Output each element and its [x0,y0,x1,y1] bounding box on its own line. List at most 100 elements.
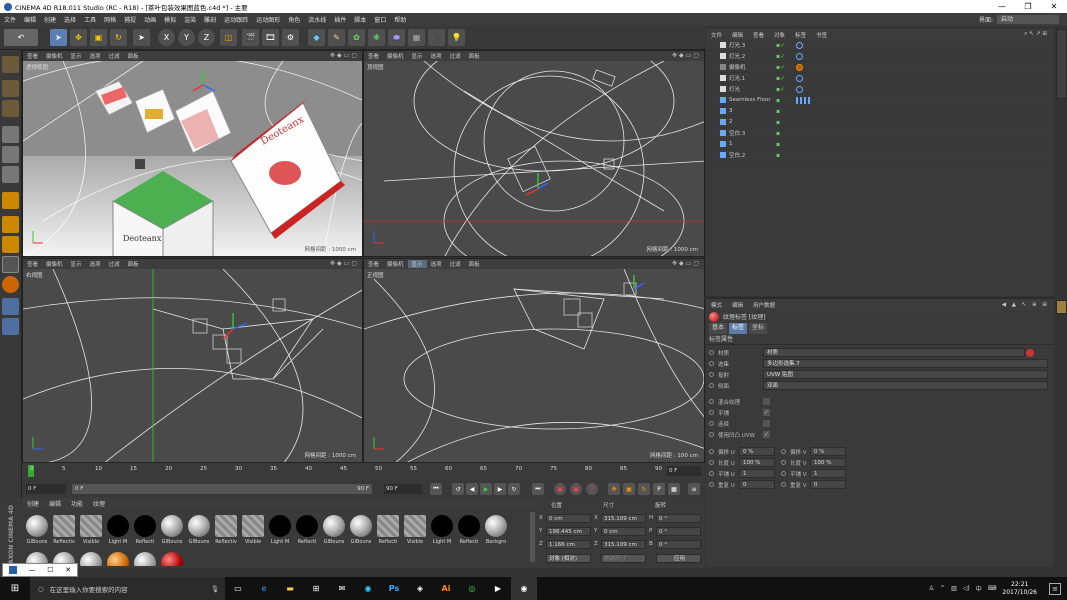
material-swatch[interactable]: GIBouns [348,515,374,545]
projection-select[interactable]: UVW 贴图 [763,370,1048,379]
tab-coordinates[interactable]: 坐标 [749,323,768,334]
previous-key-icon[interactable]: ↺ [452,483,464,495]
layout-select[interactable]: 启动 [997,15,1059,24]
grid-icon[interactable] [2,318,19,335]
menu-pipeline[interactable]: 流水线 [304,15,330,24]
size-x-field[interactable]: 315.109 cm [601,514,646,523]
material-swatch[interactable]: Reflecti [294,515,320,545]
mail-icon[interactable]: ✉ [329,577,355,600]
viewport-perspective[interactable]: 查看 摄像机 显示 选项 过滤 面板 Deoteanx Deoteanx 透视视… [22,50,363,257]
store-icon[interactable]: ⊞ [303,577,329,600]
viewport-menu-view[interactable]: 查看 [23,52,42,60]
object-row[interactable]: 灯光 ▪✓ [706,84,1054,95]
am-menu-mode[interactable]: 模式 [706,301,727,309]
menu-animate[interactable]: 动画 [140,15,160,24]
snap-icon[interactable] [2,236,19,253]
viewport-menu-filter[interactable]: 过滤 [446,260,465,268]
tray-overflow-icon[interactable]: ^ [940,585,945,592]
animate-dot-icon[interactable] [781,449,786,454]
animate-dot-icon[interactable] [709,410,714,415]
position-key-icon[interactable]: ✥ [608,483,620,495]
tile-checkbox[interactable]: ✓ [763,409,770,416]
app-icon[interactable]: ◈ [407,577,433,600]
mix-textures-checkbox[interactable] [763,398,770,405]
viewport-nav-icons[interactable]: ✥◆▭▢ [330,260,359,267]
maximize-button[interactable]: ❐ [1015,0,1041,13]
animate-dot-icon[interactable] [709,421,714,426]
size-z-field[interactable]: 315.109 cm [601,540,646,549]
timeline-ruler[interactable]: 0 5 10 15 20 25 30 35 40 45 50 55 60 65 … [22,463,705,480]
menu-render[interactable]: 渲染 [180,15,200,24]
menu-sculpt[interactable]: 雕刻 [200,15,220,24]
x-axis-icon[interactable]: X [158,29,175,46]
material-swatch[interactable]: Visible [240,515,266,545]
am-menu-edit[interactable]: 编辑 [727,301,748,309]
video-app-icon[interactable]: ▶ [485,577,511,600]
points-mode-icon[interactable] [2,126,19,143]
close-button[interactable]: ✕ [1041,0,1067,13]
target-tag-icon[interactable] [796,74,803,82]
mat-menu-edit[interactable]: 编辑 [44,499,66,508]
am-nav-icons[interactable]: ◀ ▲ ↖ ⊕ ⊞ [997,302,1054,308]
selection-field[interactable]: 多边形选集.7 [763,359,1048,368]
menu-select[interactable]: 选择 [60,15,80,24]
next-key-icon[interactable]: ↻ [508,483,520,495]
coordinate-mode-select[interactable]: 对象 (相对) [546,554,591,563]
animate-dot-icon[interactable] [709,482,714,487]
viewport-right[interactable]: 查看 摄像机 显示 选项 过滤 面板 右视图 ✥◆▭▢ 网格间距 : 1000 … [22,258,363,463]
menu-character[interactable]: 角色 [284,15,304,24]
material-swatch[interactable]: Visible [78,515,104,545]
position-x-field[interactable]: 0 cm [546,514,591,523]
object-row[interactable]: 空白.2 ▪ [706,150,1054,161]
material-ball-icon[interactable] [134,552,156,566]
side-tab-attributes[interactable] [1056,300,1067,314]
undo-icon[interactable]: ↶ [4,29,38,46]
material-swatch[interactable]: Light M [429,515,455,545]
animate-dot-icon[interactable] [781,460,786,465]
object-row[interactable]: 灯光.2 ▪✓ [706,51,1054,62]
target-tag-icon[interactable] [796,41,803,49]
apply-button[interactable]: 应用 [656,554,701,563]
autokey-icon[interactable]: ● [570,483,582,495]
object-row[interactable]: 摄像机 ▪✓ [706,62,1054,73]
mat-menu-create[interactable]: 创建 [22,499,44,508]
om-menu-bookmarks[interactable]: 书签 [811,31,832,39]
visibility-check-icon[interactable]: ▪ [776,119,780,126]
next-frame-icon[interactable]: ▶ [494,483,506,495]
rotation-h-field[interactable]: 0 ° [656,514,701,523]
animate-dot-icon[interactable] [709,361,714,366]
live-select-icon[interactable]: ➤ [133,29,150,46]
viewport-menu-cameras[interactable]: 摄像机 [42,260,67,268]
menu-window[interactable]: 窗口 [370,15,390,24]
people-icon[interactable]: ♙ [929,585,934,592]
menu-file[interactable]: 文件 [0,15,20,24]
tab-basic[interactable]: 基本 [709,323,728,334]
am-menu-user-data[interactable]: 用户数据 [748,301,780,309]
menu-plugins[interactable]: 插件 [330,15,350,24]
volume-icon[interactable]: ◁) [963,585,970,592]
network-icon[interactable]: ▥ [951,585,957,592]
animate-dot-icon[interactable] [709,372,714,377]
viewport-menu-panel[interactable]: 面板 [124,52,143,60]
visibility-check-icon[interactable]: ▪✓ [776,75,785,82]
menu-snap[interactable]: 捕捉 [120,15,140,24]
visibility-check-icon[interactable]: ▪✓ [776,42,785,49]
minimized-window-bar[interactable]: — ☐ ✕ [2,563,78,577]
keyboard-icon[interactable]: ⌨ [988,585,997,592]
viewport-menu-options[interactable]: 选项 [86,260,105,268]
light-icon[interactable]: 💡 [448,29,465,46]
viewport-menu-filter[interactable]: 过滤 [105,52,124,60]
viewport-menu-filter[interactable]: 过滤 [105,260,124,268]
om-menu-objects[interactable]: 对象 [769,31,790,39]
end-frame-field[interactable]: 90 F [384,484,422,494]
material-swatch[interactable]: GIBouns [159,515,185,545]
visibility-check-icon[interactable]: ▪✓ [776,86,785,93]
minimize-button[interactable]: — [989,0,1015,13]
visibility-check-icon[interactable]: ▪ [776,152,780,159]
material-swatch[interactable]: Reflectiv [51,515,77,545]
viewport-menu-display[interactable]: 显示 [408,52,427,60]
rotate-icon[interactable]: ↻ [110,29,127,46]
menu-create[interactable]: 创建 [40,15,60,24]
parameter-key-icon[interactable]: P [653,483,665,495]
floor-icon[interactable]: ▦ [408,29,425,46]
